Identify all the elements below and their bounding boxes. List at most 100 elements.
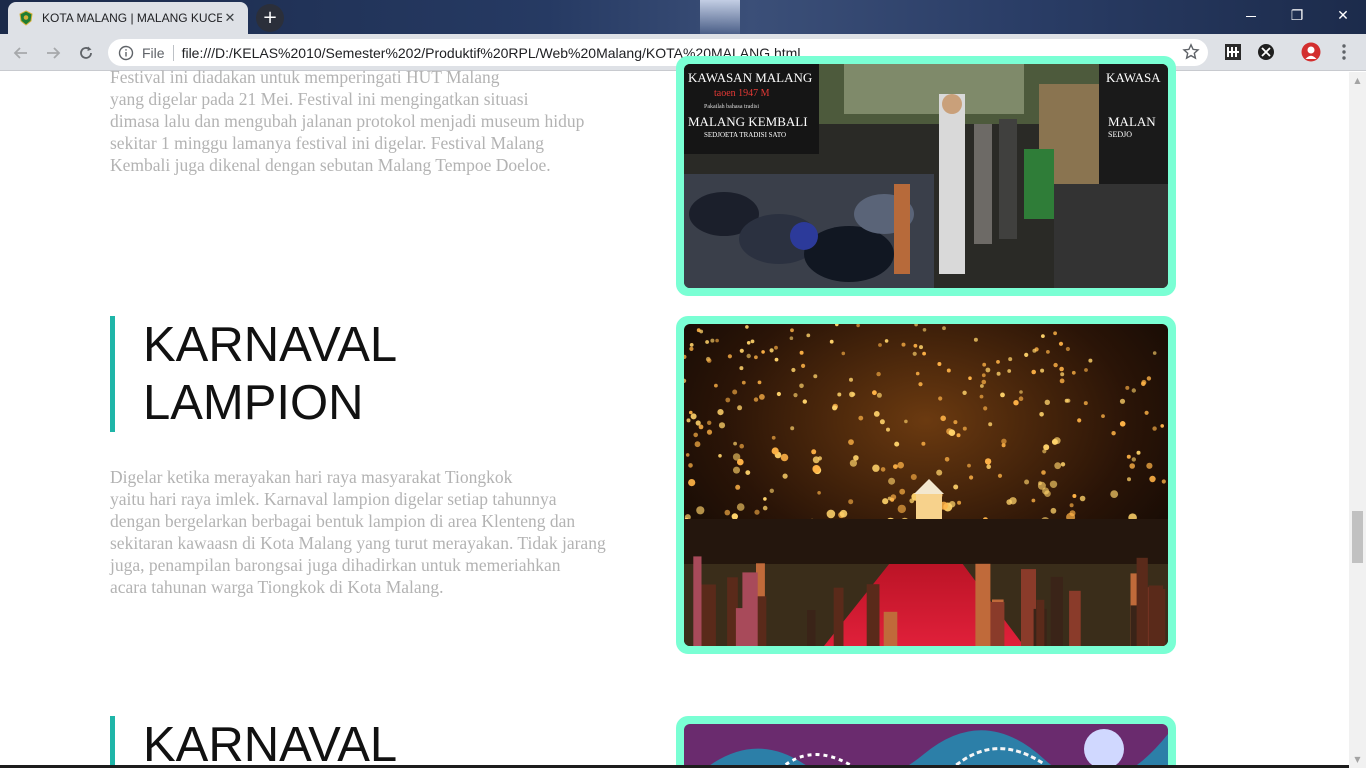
lantern-light — [1060, 372, 1065, 377]
paragraph-line: dengan bergelarkan berbagai bentuk lampi… — [110, 511, 576, 531]
lantern-light — [817, 491, 821, 495]
extension-x-icon[interactable] — [1256, 42, 1276, 62]
scroll-down-icon[interactable]: ▼ — [1349, 751, 1366, 768]
paragraph-line: dimasa lalu dan mengubah jalanan protoko… — [110, 111, 585, 131]
new-tab-button[interactable]: + — [256, 4, 284, 32]
crowd-person — [1136, 557, 1148, 646]
lantern-light — [826, 509, 836, 519]
kebab-menu-icon[interactable] — [1334, 42, 1354, 62]
lantern-light — [782, 473, 788, 479]
heading-line: KARNAVAL — [143, 718, 398, 768]
lantern-light — [1065, 346, 1070, 352]
lantern-light — [1129, 463, 1135, 469]
lantern-light — [980, 384, 984, 388]
lantern-light — [1053, 331, 1057, 336]
lantern-light — [811, 449, 817, 455]
window-close-button[interactable]: ✕ — [1320, 0, 1366, 32]
section-heading-karnaval-lampion: KARNAVAL LAMPION — [110, 316, 397, 432]
lantern-light — [1013, 400, 1019, 406]
lantern-light — [1125, 385, 1130, 390]
lantern-light — [904, 419, 908, 424]
lantern-light — [745, 470, 751, 475]
tab-title: KOTA MALANG | MALANG KUCE — [42, 11, 222, 25]
lantern-light — [1152, 351, 1157, 355]
lantern-light — [1071, 370, 1076, 375]
lantern-light — [780, 453, 789, 462]
window-minimize-button[interactable] — [1228, 0, 1274, 32]
tab-close-icon[interactable]: ✕ — [222, 11, 238, 26]
sign-text: taoen 1947 M — [714, 88, 770, 99]
sign-text: MALANG KEMBALI — [688, 114, 808, 129]
crowd-person — [883, 611, 898, 646]
profile-avatar[interactable] — [1301, 42, 1321, 62]
lantern-light — [724, 509, 731, 516]
lantern-light — [732, 389, 738, 395]
lantern-light — [1051, 438, 1058, 445]
forward-button[interactable] — [40, 40, 66, 66]
lantern-light — [754, 509, 760, 515]
lantern-light — [762, 505, 768, 511]
browser-tab-active[interactable]: KOTA MALANG | MALANG KUCE ✕ — [8, 2, 248, 34]
lantern-light — [705, 340, 709, 344]
lantern-light — [1041, 334, 1045, 338]
lantern-light — [1131, 457, 1136, 462]
lantern-light — [936, 469, 943, 476]
lantern-light — [733, 466, 740, 474]
arrow-right-icon — [47, 47, 61, 59]
lantern-light — [690, 413, 697, 420]
info-icon[interactable] — [118, 45, 134, 61]
lantern-light — [1066, 398, 1071, 403]
lantern-light — [1111, 431, 1116, 436]
page-scrollbar[interactable] — [1349, 72, 1366, 768]
paragraph-line: yang digelar pada 21 Mei. Festival ini m… — [110, 89, 529, 109]
scrollbar-thumb[interactable] — [1352, 511, 1363, 563]
lantern-light — [1161, 479, 1166, 484]
lantern-light — [710, 338, 715, 343]
paragraph-line: Kembali juga dikenal dengan sebutan Mala… — [110, 155, 551, 175]
lantern-light — [725, 397, 731, 403]
window-restore-button[interactable]: ❐ — [1274, 0, 1320, 32]
crowd-person — [866, 584, 880, 646]
lantern-light — [689, 346, 694, 351]
crowd-person — [975, 563, 991, 646]
lantern-light — [769, 348, 774, 353]
festival-paragraph: Festival ini diadakan untuk memperingati… — [110, 66, 655, 176]
lantern-light — [880, 467, 886, 472]
lantern-light — [1077, 418, 1082, 423]
crowd-person — [990, 602, 1005, 646]
lantern-light — [689, 343, 694, 347]
lantern-festival-photo — [676, 316, 1176, 654]
lantern-light — [1054, 462, 1062, 470]
lantern-light — [735, 484, 741, 490]
lantern-light — [962, 426, 967, 431]
omnibox-scheme-label: File — [142, 44, 165, 61]
lantern-light — [921, 441, 926, 446]
lantern-light — [771, 447, 779, 455]
lantern-light — [1060, 462, 1066, 467]
paragraph-line: Digelar ketika merayakan hari raya masya… — [110, 467, 513, 487]
lantern-light — [718, 454, 722, 458]
scroll-up-icon[interactable]: ▲ — [1349, 72, 1366, 89]
reload-icon — [80, 46, 92, 59]
lantern-light — [1072, 494, 1077, 498]
lantern-light — [1088, 358, 1093, 363]
lantern-light — [1024, 352, 1029, 357]
lantern-light — [1079, 495, 1086, 502]
star-icon[interactable] — [1182, 43, 1200, 61]
lantern-light — [696, 506, 705, 515]
lantern-light — [1110, 490, 1119, 498]
lantern-light — [849, 391, 855, 398]
extension-grid-icon[interactable] — [1223, 42, 1243, 62]
reload-button[interactable] — [73, 40, 99, 66]
lantern-light — [922, 351, 926, 356]
lantern-light — [979, 394, 984, 399]
lantern-light — [727, 354, 732, 359]
lantern-light — [982, 362, 987, 367]
lantern-light — [802, 399, 807, 404]
lantern-light — [913, 343, 918, 348]
lantern-light — [1141, 379, 1147, 385]
section-title: KARNAVAL LAMPION — [143, 316, 397, 432]
back-button[interactable] — [8, 40, 34, 66]
paragraph-line: yaitu hari raya imlek. Karnaval lampion … — [110, 489, 557, 509]
lantern-light — [876, 392, 882, 398]
